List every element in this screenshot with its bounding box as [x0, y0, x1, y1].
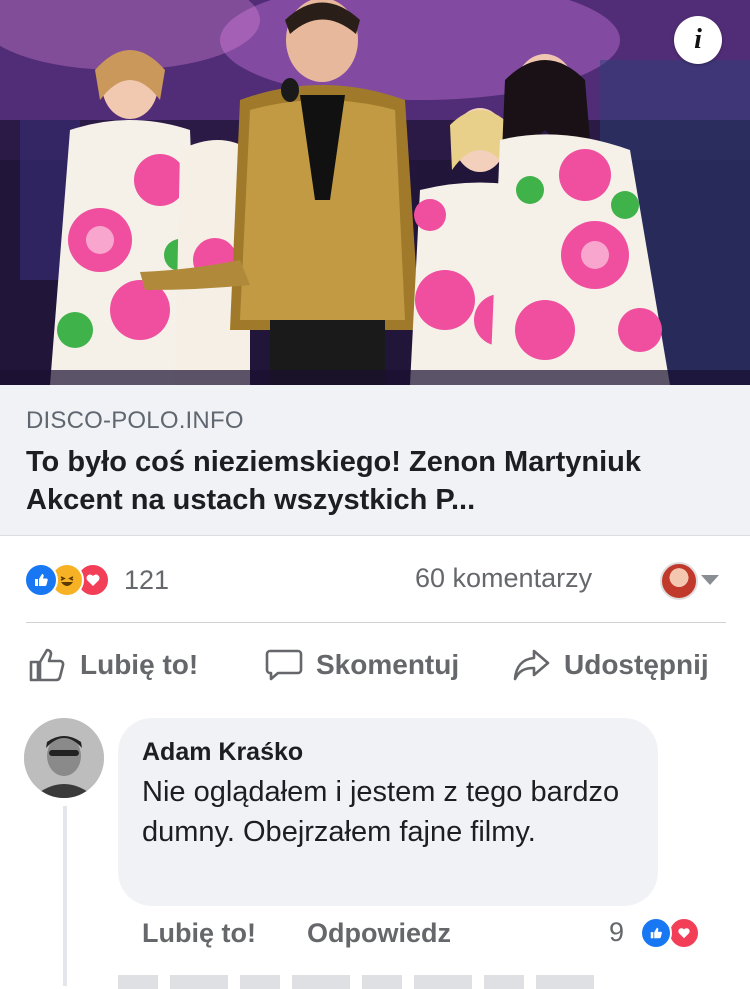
stage-photo [0, 0, 750, 385]
reactions-count: 121 [124, 564, 170, 595]
love-icon [668, 917, 700, 949]
link-preview-image[interactable]: i [0, 0, 750, 385]
like-button[interactable]: Lubię to! [28, 640, 198, 690]
comment-reply-button[interactable]: Odpowiedz [307, 918, 451, 949]
like-label: Lubię to! [80, 649, 199, 680]
like-icon [640, 917, 672, 949]
link-domain: DISCO-POLO.INFO [26, 407, 244, 434]
thread-line [63, 806, 67, 986]
comment-bubble[interactable]: Adam Kraśko Nie oglądałem i jestem z teg… [118, 718, 658, 906]
comment-icon [265, 649, 303, 681]
comment-like-button[interactable]: Lubię to! [142, 918, 256, 949]
share-icon [513, 649, 550, 681]
chevron-down-icon[interactable] [701, 575, 719, 585]
thumbs-up-icon [29, 648, 65, 682]
share-label: Udostępnij [564, 649, 709, 680]
comment-button[interactable]: Skomentuj [264, 640, 459, 690]
reactions-summary[interactable]: 121 [24, 562, 169, 598]
divider [26, 622, 726, 623]
info-icon[interactable]: i [674, 16, 722, 64]
link-preview-card[interactable]: DISCO-POLO.INFO To było coś nieziemskieg… [0, 385, 750, 536]
avatar[interactable] [24, 718, 104, 798]
next-comment-partial [118, 975, 598, 989]
like-icon [24, 563, 58, 597]
post-action-bar: Lubię to! Skomentuj Udostępnij [0, 640, 750, 690]
share-button[interactable]: Udostępnij [512, 640, 709, 690]
comments-count[interactable]: 60 komentarzy [415, 563, 592, 594]
comment-label: Skomentuj [316, 649, 460, 680]
comment-author[interactable]: Adam Kraśko [142, 738, 303, 767]
comment-reactions-count[interactable]: 9 [609, 917, 624, 948]
avatar[interactable] [660, 562, 698, 600]
comment-text: Nie oglądałem i jestem z tego bardzo dum… [142, 776, 620, 848]
link-headline[interactable]: To było coś nieziemskiego! Zenon Martyni… [26, 443, 726, 519]
